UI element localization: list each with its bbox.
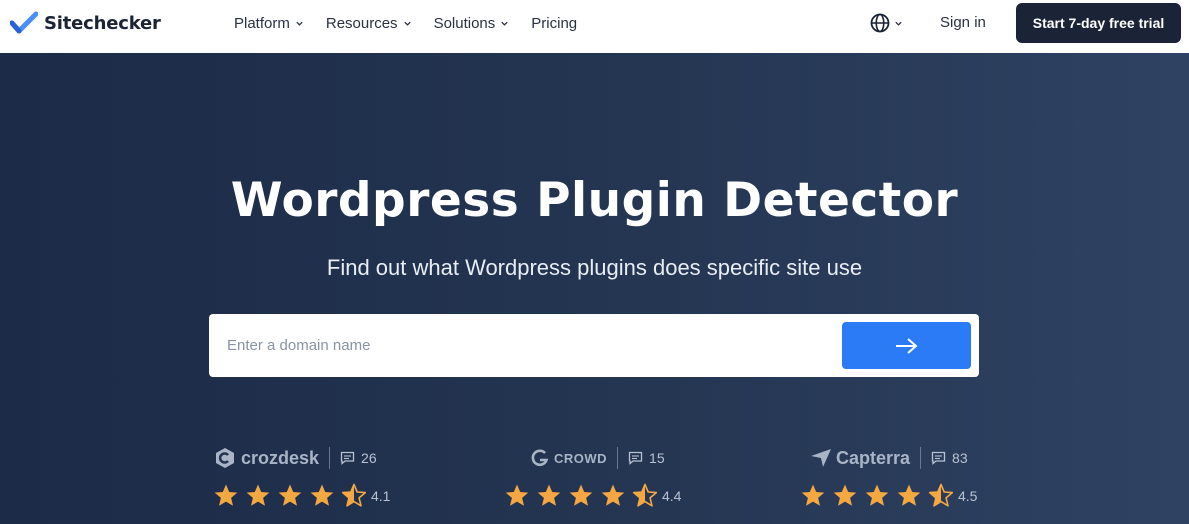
nav-solutions[interactable]: Solutions [434,15,510,32]
domain-search-form [209,314,979,377]
chevron-down-icon [895,21,902,26]
globe-icon [870,13,890,33]
star-full-icon [310,484,334,506]
star-half-icon [341,483,367,507]
review-count: 15 [628,450,665,466]
review-count-value: 15 [649,450,665,466]
star-half-icon [632,483,658,507]
rating-score: 4.4 [662,487,682,504]
logo-text: Sitechecker [44,12,161,34]
chevron-down-icon [296,21,303,26]
divider [617,447,619,469]
crozdesk-name: crozdesk [241,447,320,468]
review-count: 83 [931,450,968,466]
capterra-name: Capterra [836,447,911,468]
rating-g2crowd: CROWD 15 4.4 [504,443,681,508]
language-selector[interactable] [869,12,903,34]
capterra-arrow-icon [811,449,831,467]
star-full-icon [865,484,889,506]
nav-resources-label: Resources [325,14,398,32]
start-trial-button[interactable]: Start 7-day free trial [1016,3,1181,43]
g2-mark-icon [531,449,549,467]
g2crowd-name: CROWD [554,450,608,466]
hero-section: Wordpress Plugin Detector Find out what … [0,53,1189,524]
rating-crozdesk: crozdesk 26 4.1 [213,443,390,508]
star-half-icon [928,483,954,507]
review-count: 26 [340,450,377,466]
review-count-value: 83 [952,450,968,466]
chevron-down-icon [403,21,411,26]
nav-platform-label: Platform [234,14,290,32]
site-header: Sitechecker Platform Resources Solutions… [0,0,1189,53]
domain-input[interactable] [227,326,827,364]
main-nav: Platform Resources Solutions Pricing [234,0,599,46]
star-full-icon [601,484,625,506]
crozdesk-mark-icon [216,448,234,468]
search-submit-button[interactable] [842,322,971,369]
star-rating: 4.1 [213,483,390,508]
nav-resources[interactable]: Resources [326,15,412,32]
page-title: Wordpress Plugin Detector [230,173,959,228]
rating-score: 4.1 [371,487,391,504]
star-full-icon [801,484,825,506]
review-count-value: 26 [361,450,377,466]
star-full-icon [505,484,529,506]
g2crowd-logo: CROWD [530,447,607,469]
divider [920,447,922,469]
arrow-right-icon [895,337,918,354]
comment-icon [628,451,643,465]
signin-link[interactable]: Sign in [940,14,986,31]
logo-check-icon [10,11,38,34]
comment-icon [931,451,946,465]
chevron-down-icon [501,21,508,26]
logo[interactable]: Sitechecker [10,11,161,35]
star-rating: 4.4 [504,483,681,508]
nav-pricing-label: Pricing [531,14,578,32]
comment-icon [340,451,355,465]
nav-solutions-label: Solutions [433,14,496,32]
star-full-icon [278,484,302,506]
page-subtitle: Find out what Wordpress plugins does spe… [326,255,863,280]
star-full-icon [246,484,270,506]
capterra-logo: Capterra [810,448,910,469]
star-full-icon [214,484,238,506]
star-full-icon [569,484,593,506]
star-full-icon [537,484,561,506]
rating-capterra: Capterra 83 4.5 [800,443,977,508]
star-full-icon [897,484,921,506]
star-rating: 4.5 [800,483,977,508]
star-full-icon [833,484,857,506]
nav-pricing[interactable]: Pricing [531,15,577,32]
crozdesk-logo: crozdesk [213,446,319,470]
rating-score: 4.5 [958,487,978,504]
divider [329,447,331,469]
nav-platform[interactable]: Platform [234,15,304,32]
